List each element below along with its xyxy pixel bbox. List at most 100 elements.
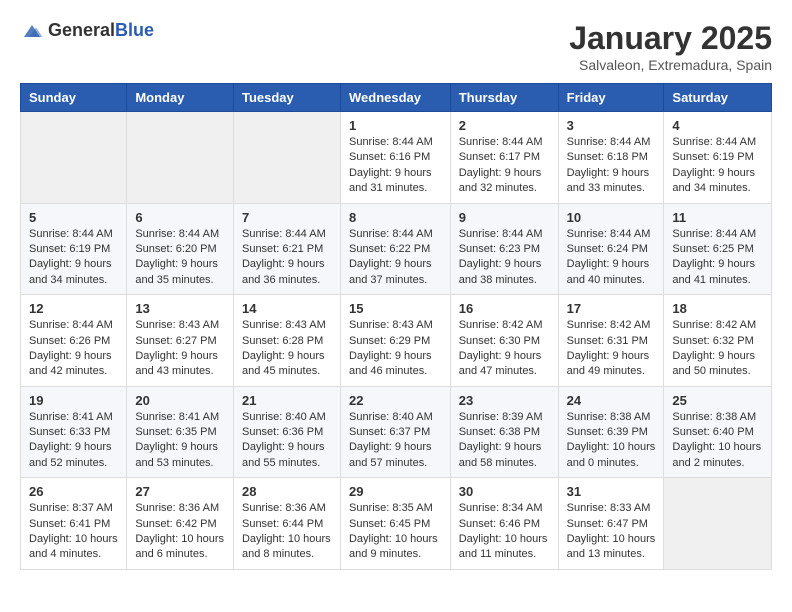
day-number: 10 xyxy=(567,210,656,225)
logo-general: General xyxy=(48,20,115,40)
daylight-text: Daylight: 9 hours and 52 minutes. xyxy=(29,440,118,471)
daylight-text: Daylight: 9 hours and 46 minutes. xyxy=(349,349,442,380)
sunset-text: Sunset: 6:22 PM xyxy=(349,242,442,257)
sunset-text: Sunset: 6:41 PM xyxy=(29,517,118,532)
sunrise-text: Sunrise: 8:44 AM xyxy=(242,227,332,242)
calendar-week-row: 12Sunrise: 8:44 AMSunset: 6:26 PMDayligh… xyxy=(21,295,772,387)
sunrise-text: Sunrise: 8:43 AM xyxy=(135,318,225,333)
table-row: 18Sunrise: 8:42 AMSunset: 6:32 PMDayligh… xyxy=(664,295,772,387)
day-number: 16 xyxy=(459,301,550,316)
sunset-text: Sunset: 6:39 PM xyxy=(567,425,656,440)
sunrise-text: Sunrise: 8:35 AM xyxy=(349,501,442,516)
day-number: 19 xyxy=(29,393,118,408)
location-title: Salvaleon, Extremadura, Spain xyxy=(569,57,772,73)
day-info: Sunrise: 8:33 AMSunset: 6:47 PMDaylight:… xyxy=(567,501,656,563)
day-info: Sunrise: 8:35 AMSunset: 6:45 PMDaylight:… xyxy=(349,501,442,563)
day-number: 27 xyxy=(135,484,225,499)
daylight-text: Daylight: 10 hours and 6 minutes. xyxy=(135,532,225,563)
daylight-text: Daylight: 9 hours and 33 minutes. xyxy=(567,166,656,197)
table-row: 5Sunrise: 8:44 AMSunset: 6:19 PMDaylight… xyxy=(21,203,127,295)
table-row: 31Sunrise: 8:33 AMSunset: 6:47 PMDayligh… xyxy=(558,478,664,570)
logo-icon xyxy=(20,21,44,41)
daylight-text: Daylight: 9 hours and 45 minutes. xyxy=(242,349,332,380)
table-row: 12Sunrise: 8:44 AMSunset: 6:26 PMDayligh… xyxy=(21,295,127,387)
sunset-text: Sunset: 6:31 PM xyxy=(567,334,656,349)
daylight-text: Daylight: 9 hours and 41 minutes. xyxy=(672,257,763,288)
table-row: 4Sunrise: 8:44 AMSunset: 6:19 PMDaylight… xyxy=(664,112,772,204)
day-info: Sunrise: 8:42 AMSunset: 6:32 PMDaylight:… xyxy=(672,318,763,380)
calendar-week-row: 5Sunrise: 8:44 AMSunset: 6:19 PMDaylight… xyxy=(21,203,772,295)
calendar-week-row: 26Sunrise: 8:37 AMSunset: 6:41 PMDayligh… xyxy=(21,478,772,570)
daylight-text: Daylight: 10 hours and 8 minutes. xyxy=(242,532,332,563)
day-number: 30 xyxy=(459,484,550,499)
day-info: Sunrise: 8:37 AMSunset: 6:41 PMDaylight:… xyxy=(29,501,118,563)
table-row: 30Sunrise: 8:34 AMSunset: 6:46 PMDayligh… xyxy=(450,478,558,570)
sunset-text: Sunset: 6:29 PM xyxy=(349,334,442,349)
table-row: 24 Sunrise: 8:38 AMSunset: 6:39 PMDayligh… xyxy=(558,386,664,478)
day-number: 28 xyxy=(242,484,332,499)
day-info: Sunrise: 8:38 AMSunset: 6:39 PMDaylight:… xyxy=(567,410,656,472)
day-info: Sunrise: 8:44 AMSunset: 6:23 PMDaylight:… xyxy=(459,227,550,289)
sunset-text: Sunset: 6:45 PM xyxy=(349,517,442,532)
header: GeneralBlue January 2025 Salvaleon, Extr… xyxy=(20,20,772,73)
sunset-text: Sunset: 6:18 PM xyxy=(567,150,656,165)
daylight-text: Daylight: 9 hours and 43 minutes. xyxy=(135,349,225,380)
daylight-text: Daylight: 9 hours and 31 minutes. xyxy=(349,166,442,197)
daylight-text: Daylight: 9 hours and 34 minutes. xyxy=(672,166,763,197)
day-number: 22 xyxy=(349,393,442,408)
sunrise-text: Sunrise: 8:42 AM xyxy=(459,318,550,333)
table-row: 26Sunrise: 8:37 AMSunset: 6:41 PMDayligh… xyxy=(21,478,127,570)
sunset-text: Sunset: 6:24 PM xyxy=(567,242,656,257)
table-row xyxy=(127,112,234,204)
daylight-text: Daylight: 9 hours and 36 minutes. xyxy=(242,257,332,288)
weekday-header-row: Sunday Monday Tuesday Wednesday Thursday… xyxy=(21,84,772,112)
day-info: Sunrise: 8:42 AMSunset: 6:31 PMDaylight:… xyxy=(567,318,656,380)
daylight-text: Daylight: 9 hours and 40 minutes. xyxy=(567,257,656,288)
table-row: 10Sunrise: 8:44 AMSunset: 6:24 PMDayligh… xyxy=(558,203,664,295)
day-number: 29 xyxy=(349,484,442,499)
table-row: 9Sunrise: 8:44 AMSunset: 6:23 PMDaylight… xyxy=(450,203,558,295)
daylight-text: Daylight: 10 hours and 0 minutes. xyxy=(567,440,656,471)
sunset-text: Sunset: 6:19 PM xyxy=(672,150,763,165)
day-info: Sunrise: 8:43 AMSunset: 6:28 PMDaylight:… xyxy=(242,318,332,380)
calendar-week-row: 19Sunrise: 8:41 AMSunset: 6:33 PMDayligh… xyxy=(21,386,772,478)
day-number: 3 xyxy=(567,118,656,133)
sunset-text: Sunset: 6:20 PM xyxy=(135,242,225,257)
day-number: 7 xyxy=(242,210,332,225)
daylight-text: Daylight: 9 hours and 50 minutes. xyxy=(672,349,763,380)
table-row: 8Sunrise: 8:44 AMSunset: 6:22 PMDaylight… xyxy=(340,203,450,295)
daylight-text: Daylight: 9 hours and 38 minutes. xyxy=(459,257,550,288)
sunset-text: Sunset: 6:23 PM xyxy=(459,242,550,257)
day-number: 12 xyxy=(29,301,118,316)
daylight-text: Daylight: 10 hours and 4 minutes. xyxy=(29,532,118,563)
daylight-text: Daylight: 9 hours and 32 minutes. xyxy=(459,166,550,197)
sunrise-text: Sunrise: 8:44 AM xyxy=(567,135,656,150)
sunrise-text: Sunrise: 8:40 AM xyxy=(242,410,332,425)
day-info: Sunrise: 8:38 AMSunset: 6:40 PMDaylight:… xyxy=(672,410,763,472)
sunset-text: Sunset: 6:44 PM xyxy=(242,517,332,532)
sunrise-text: Sunrise: 8:33 AM xyxy=(567,501,656,516)
day-info: Sunrise: 8:43 AMSunset: 6:29 PMDaylight:… xyxy=(349,318,442,380)
daylight-text: Daylight: 10 hours and 2 minutes. xyxy=(672,440,763,471)
day-info: Sunrise: 8:44 AMSunset: 6:25 PMDaylight:… xyxy=(672,227,763,289)
sunrise-text: Sunrise: 8:44 AM xyxy=(459,227,550,242)
sunrise-text: Sunrise: 8:39 AM xyxy=(459,410,550,425)
day-info: Sunrise: 8:44 AMSunset: 6:20 PMDaylight:… xyxy=(135,227,225,289)
day-number: 20 xyxy=(135,393,225,408)
sunrise-text: Sunrise: 8:42 AM xyxy=(567,318,656,333)
day-info: Sunrise: 8:44 AMSunset: 6:16 PMDaylight:… xyxy=(349,135,442,197)
table-row: 20Sunrise: 8:41 AMSunset: 6:35 PMDayligh… xyxy=(127,386,234,478)
day-info: Sunrise: 8:41 AMSunset: 6:33 PMDaylight:… xyxy=(29,410,118,472)
table-row: 19 Sunrise: 8:41 AMSunset: 6:33 PMDayligh… xyxy=(21,386,127,478)
daylight-text: Daylight: 9 hours and 47 minutes. xyxy=(459,349,550,380)
sunset-text: Sunset: 6:33 PM xyxy=(29,425,118,440)
calendar: Sunday Monday Tuesday Wednesday Thursday… xyxy=(20,83,772,570)
table-row: 28Sunrise: 8:36 AMSunset: 6:44 PMDayligh… xyxy=(233,478,340,570)
sunrise-text: Sunrise: 8:41 AM xyxy=(29,410,118,425)
day-number: 14 xyxy=(242,301,332,316)
table-row: 14 Sunrise: 8:43 AMSunset: 6:28 PMDayligh… xyxy=(233,295,340,387)
day-number: 24 xyxy=(567,393,656,408)
sunset-text: Sunset: 6:16 PM xyxy=(349,150,442,165)
daylight-text: Daylight: 10 hours and 11 minutes. xyxy=(459,532,550,563)
sunset-text: Sunset: 6:27 PM xyxy=(135,334,225,349)
